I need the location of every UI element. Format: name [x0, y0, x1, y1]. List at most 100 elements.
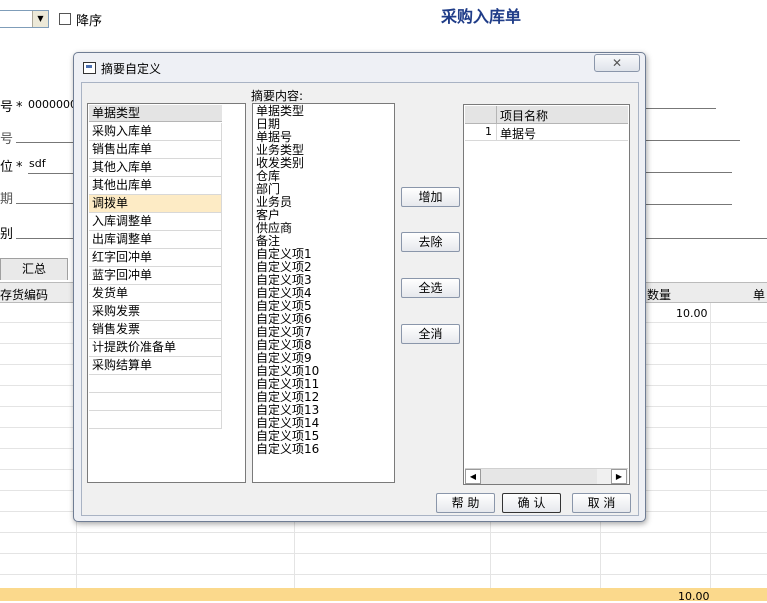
table-row: [0, 553, 767, 554]
window-icon: [83, 62, 96, 74]
list-item[interactable]: 业务员: [256, 196, 292, 208]
field-label-doc-no: 号 *: [0, 100, 23, 115]
list-item[interactable]: 备注: [256, 235, 280, 247]
select-all-button[interactable]: 全选: [401, 278, 460, 298]
add-button[interactable]: 增加: [401, 187, 460, 207]
item-name-header: 项目名称: [500, 109, 549, 123]
list-item[interactable]: 销售发票: [89, 321, 222, 339]
list-item[interactable]: 自定义项10: [256, 365, 319, 377]
list-item[interactable]: 自定义项8: [256, 339, 312, 351]
descending-label: 降序: [76, 14, 103, 29]
doc-type-grid[interactable]: 单据类型 采购入库单 销售出库单 其他入库单 其他出库单 调拨单 入库调整单 出…: [87, 103, 246, 483]
scroll-right-icon[interactable]: ▶: [611, 469, 627, 484]
chevron-down-icon[interactable]: ▼: [32, 11, 48, 27]
list-item[interactable]: 自定义项5: [256, 300, 312, 312]
dialog-body: 单据类型 采购入库单 销售出库单 其他入库单 其他出库单 调拨单 入库调整单 出…: [81, 82, 639, 516]
field-label-unit: 位 *: [0, 160, 23, 175]
list-item[interactable]: 收发类别: [256, 157, 304, 169]
list-item[interactable]: 自定义项15: [256, 430, 319, 442]
list-item[interactable]: 自定义项11: [256, 378, 319, 390]
list-item[interactable]: 其他出库单: [89, 177, 222, 195]
horizontal-scrollbar[interactable]: ◀ ▶: [465, 468, 628, 484]
list-item[interactable]: 自定义项14: [256, 417, 319, 429]
field-underline: [16, 203, 73, 204]
field-underline: [16, 142, 73, 143]
list-item[interactable]: 销售出库单: [89, 141, 222, 159]
list-item[interactable]: 入库调整单: [89, 213, 222, 231]
cancel-button[interactable]: 取 消: [572, 493, 631, 513]
row-number-header: [465, 106, 497, 123]
item-name[interactable]: 单据号: [500, 125, 536, 142]
list-item-empty: [89, 375, 222, 393]
form-title: 采购入库单: [441, 7, 522, 26]
list-item[interactable]: 采购发票: [89, 303, 222, 321]
summary-content-list[interactable]: 单据类型 日期 单据号 业务类型 收发类别 仓库 部门 业务员 客户 供应商 备…: [252, 103, 395, 483]
selected-items-header: 项目名称: [465, 106, 628, 124]
list-item[interactable]: 采购结算单: [89, 357, 222, 375]
field-value-unit[interactable]: sdf: [29, 157, 46, 170]
ok-button[interactable]: 确 认: [502, 493, 561, 513]
list-item[interactable]: 客户: [256, 209, 280, 221]
list-item[interactable]: 自定义项9: [256, 352, 312, 364]
dialog-title: 摘要自定义: [101, 62, 162, 76]
list-item[interactable]: 自定义项3: [256, 274, 312, 286]
total-row: [0, 588, 767, 601]
list-item[interactable]: 单据类型: [256, 105, 304, 117]
list-item[interactable]: 自定义项4: [256, 287, 312, 299]
list-item[interactable]: 采购入库单: [89, 123, 222, 141]
total-quantity: 10.00: [678, 590, 710, 603]
dialog-titlebar[interactable]: 摘要自定义 ✕: [74, 53, 645, 81]
close-button[interactable]: ✕: [594, 54, 640, 72]
list-item[interactable]: 单据号: [256, 131, 292, 143]
list-item[interactable]: 自定义项13: [256, 404, 319, 416]
scroll-thumb[interactable]: [481, 469, 597, 484]
field-label-2: 号: [0, 132, 14, 147]
field-underline: [646, 204, 732, 205]
list-item[interactable]: 自定义项16: [256, 443, 319, 455]
list-item[interactable]: 日期: [256, 118, 280, 130]
list-item[interactable]: 计提跌价准备单: [89, 339, 222, 357]
field-underline: [646, 172, 732, 173]
list-item[interactable]: 其他入库单: [89, 159, 222, 177]
help-button[interactable]: 帮 助: [436, 493, 495, 513]
doc-type-combobox[interactable]: ▼: [0, 10, 49, 28]
list-item[interactable]: 部门: [256, 183, 280, 195]
list-item[interactable]: 自定义项1: [256, 248, 312, 260]
list-item[interactable]: 自定义项7: [256, 326, 312, 338]
col-inventory-code: 存货编码: [0, 288, 49, 302]
tab-summary[interactable]: 汇总: [0, 258, 68, 280]
row-quantity[interactable]: 10.00: [676, 307, 708, 320]
table-row[interactable]: 1 单据号: [465, 124, 628, 141]
descending-checkbox[interactable]: [59, 13, 71, 25]
field-underline: [646, 238, 767, 239]
field-underline: [16, 238, 73, 239]
deselect-all-button[interactable]: 全消: [401, 324, 460, 344]
remove-button[interactable]: 去除: [401, 232, 460, 252]
list-item[interactable]: 出库调整单: [89, 231, 222, 249]
field-label-date: 期: [0, 192, 14, 207]
col-unit: 单: [753, 288, 766, 302]
col-divider: [710, 303, 711, 588]
list-item[interactable]: 自定义项12: [256, 391, 319, 403]
table-row: [0, 574, 767, 575]
list-item[interactable]: 仓库: [256, 170, 280, 182]
list-item[interactable]: 自定义项2: [256, 261, 312, 273]
field-underline: [28, 173, 73, 174]
list-item[interactable]: 红字回冲单: [89, 249, 222, 267]
summary-custom-dialog: 摘要自定义 ✕ 单据类型 采购入库单 销售出库单 其他入库单 其他出库单 调拨单…: [73, 52, 646, 522]
list-item-selected[interactable]: 调拨单: [89, 195, 222, 213]
list-item[interactable]: 发货单: [89, 285, 222, 303]
close-icon: ✕: [611, 56, 623, 70]
selected-items-grid[interactable]: 项目名称 1 单据号 ◀ ▶: [463, 104, 630, 485]
row-number: 1: [465, 124, 497, 140]
field-underline: [646, 140, 740, 141]
scroll-left-icon[interactable]: ◀: [465, 469, 481, 484]
list-item[interactable]: 业务类型: [256, 144, 304, 156]
summary-content-label: 摘要内容:: [251, 89, 304, 103]
list-item[interactable]: 蓝字回冲单: [89, 267, 222, 285]
doc-type-header: 单据类型: [89, 105, 222, 122]
list-item-empty: [89, 393, 222, 411]
list-item[interactable]: 供应商: [256, 222, 292, 234]
list-item[interactable]: 自定义项6: [256, 313, 312, 325]
field-label-category: 别: [0, 227, 14, 242]
